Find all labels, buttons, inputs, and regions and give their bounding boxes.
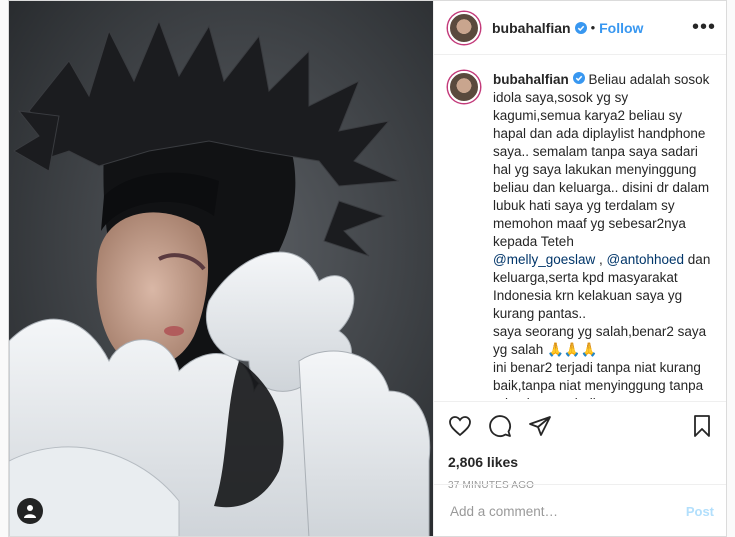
verified-badge-icon [574, 21, 587, 34]
share-icon[interactable] [528, 414, 552, 438]
avatar[interactable] [448, 11, 480, 44]
post-card: bubahalfian • Follow ••• bubahalfian Bel… [8, 0, 727, 537]
likes-count[interactable]: 2,806 likes [448, 454, 714, 470]
caption-body-1: Beliau adalah sosok idola saya,sosok yg … [493, 72, 710, 249]
post-comment-button[interactable]: Post [686, 504, 714, 519]
portrait-image [9, 1, 433, 536]
caption-row: bubahalfian Beliau adalah sosok idola sa… [448, 71, 714, 399]
caption-text: bubahalfian Beliau adalah sosok idola sa… [493, 71, 714, 399]
post-photo[interactable] [9, 1, 433, 536]
user-tag-icon[interactable] [17, 498, 43, 524]
mention-link-melly[interactable]: @melly_goeslaw [493, 252, 595, 267]
follow-button[interactable]: Follow [599, 20, 643, 36]
caption-username[interactable]: bubahalfian [493, 72, 569, 87]
bookmark-icon[interactable] [690, 414, 714, 438]
add-comment-bar: Post [434, 484, 726, 536]
caption-body-2: dan keluarga,serta kpd masyarakat Indone… [493, 252, 711, 399]
comment-input[interactable] [448, 503, 686, 520]
caption-avatar[interactable] [448, 71, 480, 103]
mention-link-antoh[interactable]: @antohhoed [607, 252, 685, 267]
action-bar: 2,806 likes 37 MINUTES AGO [434, 401, 726, 491]
caption-between: , [595, 252, 607, 267]
post-header: bubahalfian • Follow ••• [434, 1, 726, 55]
heart-icon[interactable] [448, 414, 472, 438]
caption-area: bubahalfian Beliau adalah sosok idola sa… [434, 55, 726, 399]
post-side-panel: bubahalfian • Follow ••• bubahalfian Bel… [433, 1, 726, 536]
action-icons [448, 412, 714, 440]
header-username[interactable]: bubahalfian [492, 20, 571, 36]
separator-dot: • [590, 20, 596, 35]
verified-badge-icon [572, 72, 585, 84]
comment-icon[interactable] [488, 414, 512, 438]
more-options-button[interactable]: ••• [692, 16, 716, 39]
